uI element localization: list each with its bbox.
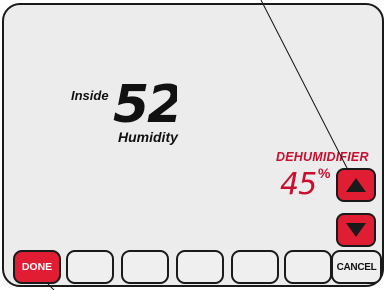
softkey-blank-4[interactable] — [231, 250, 279, 284]
decrease-button[interactable] — [336, 213, 376, 247]
humidity-label: Humidity — [118, 129, 178, 145]
up-arrow-icon — [346, 178, 366, 192]
display-screen — [2, 3, 384, 287]
cancel-button[interactable]: CANCEL — [331, 250, 382, 284]
done-button[interactable]: DONE — [13, 250, 61, 284]
setpoint-value: 45 — [280, 167, 316, 198]
thermostat-device: Inside 52 Humidity DEHUMIDIFIER 45 % DON… — [0, 0, 387, 290]
inside-label: Inside — [71, 88, 109, 103]
softkey-blank-1[interactable] — [66, 250, 114, 284]
softkey-blank-5[interactable] — [284, 250, 332, 284]
softkey-blank-3[interactable] — [176, 250, 224, 284]
dehumidifier-mode-label: DEHUMIDIFIER — [276, 150, 369, 164]
down-arrow-icon — [346, 223, 366, 237]
indoor-humidity-value: 52 — [113, 78, 177, 128]
dehumidifier-setpoint: 45 — [280, 167, 317, 198]
softkey-blank-2[interactable] — [121, 250, 169, 284]
increase-button[interactable] — [336, 168, 376, 202]
indoor-humidity-readout: 52 — [113, 78, 177, 128]
setpoint-unit: % — [318, 165, 331, 181]
